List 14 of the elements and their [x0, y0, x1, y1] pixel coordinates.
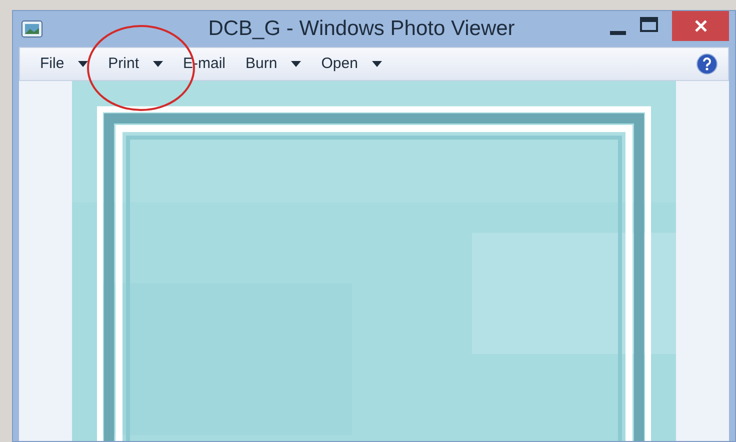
caret-icon [153, 61, 164, 67]
caret-icon [372, 61, 382, 67]
app-icon [21, 20, 43, 38]
caret-icon [291, 61, 302, 67]
caret-icon [78, 61, 88, 67]
menu-button[interactable]: Open [321, 52, 382, 76]
window-title: DCB_G - Windows Photo Viewer [207, 16, 516, 42]
menu-button[interactable]: File [40, 52, 88, 76]
help-icon[interactable] [696, 53, 718, 75]
menu-button[interactable]: Print [108, 52, 164, 76]
close-icon [694, 20, 706, 32]
close-button[interactable] [672, 11, 729, 41]
maximize-icon[interactable] [640, 16, 658, 32]
menu-button[interactable]: Burn [246, 52, 302, 76]
